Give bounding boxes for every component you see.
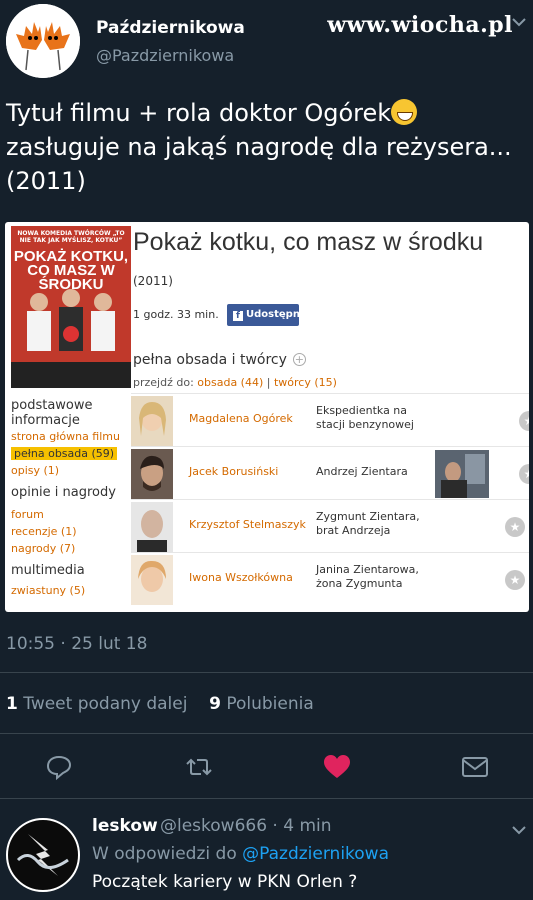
nav-basic-header: podstawowe informacje — [11, 398, 93, 428]
heart-icon[interactable] — [322, 752, 352, 782]
share-icon[interactable] — [460, 752, 490, 782]
reply-tweet[interactable]: leskow @leskow666 · 4 min W odpowiedzi d… — [0, 808, 533, 900]
role-name: Janina Zientarowa, żona Zygmunta — [316, 563, 419, 590]
star-icon[interactable]: ★ — [505, 570, 525, 590]
jump-prefix: przejdź do: — [133, 376, 194, 389]
poster-figures — [27, 289, 115, 351]
tweet-action-bar — [0, 752, 533, 782]
star-icon[interactable]: ★ — [519, 411, 529, 431]
facebook-icon: f — [233, 311, 243, 321]
nav-reviews[interactable]: recenzje (1) — [11, 523, 127, 540]
nav-trailers[interactable]: zwiastuny (5) — [11, 582, 127, 599]
divider — [0, 672, 533, 673]
lightning-avatar-icon[interactable] — [6, 818, 80, 892]
cast-header-text: pełna obsada i twórcy — [133, 352, 287, 368]
actor-photo[interactable] — [131, 449, 173, 499]
nav-full-cast[interactable]: pełna obsada (59) — [11, 447, 118, 460]
actor-photo[interactable] — [131, 502, 173, 552]
laughing-emoji-icon — [391, 99, 418, 125]
watermark-logo: www.wiocha.pl — [327, 12, 513, 38]
star-icon[interactable]: ★ — [519, 464, 529, 484]
nav-descriptions[interactable]: opisy (1) — [11, 462, 127, 479]
actor-photo[interactable] — [131, 396, 173, 446]
cast-list: Magdalena Ogórek Ekspedientka na stacji … — [131, 393, 529, 605]
author-name[interactable]: Październikowa — [96, 18, 245, 38]
nav-multimedia-header: multimedia — [11, 563, 85, 578]
reply-context: W odpowiedzi do @Pazdziernikowa — [92, 844, 389, 864]
retweets-label[interactable]: Tweet podany dalej — [23, 694, 187, 714]
maple-leaf-avatar-icon[interactable] — [6, 4, 80, 78]
likes-label[interactable]: Polubienia — [226, 694, 313, 714]
reply-author-name[interactable]: leskow — [92, 816, 158, 836]
actor-name[interactable]: Iwona Wszołkówna — [189, 571, 293, 584]
movie-side-nav: podstawowe informacje strona główna film… — [11, 398, 127, 599]
jump-crew-link[interactable]: twórcy (15) — [274, 376, 337, 389]
jump-cast-link[interactable]: obsada (44) — [197, 376, 263, 389]
role-name: Zygmunt Zientara, brat Andrzeja — [316, 510, 420, 537]
author-handle[interactable]: @Pazdziernikowa — [96, 46, 234, 65]
jump-separator: | — [266, 376, 271, 389]
retweet-icon[interactable] — [184, 752, 214, 782]
tweet-text: Tytuł filmu + rola doktor Ogórek zasługu… — [6, 96, 526, 198]
attached-image[interactable]: NOWA KOMEDIA TWÓRCÓW „TO NIE TAK JAK MYŚ… — [5, 222, 529, 612]
chevron-down-icon[interactable] — [512, 12, 526, 31]
cast-row: Iwona Wszołkówna Janina Zientarowa, żona… — [131, 552, 529, 605]
movie-year: (2011) — [133, 274, 173, 288]
role-name: Ekspedientka na stacji benzynowej — [316, 404, 414, 431]
likes-count[interactable]: 9 — [209, 694, 221, 714]
actor-name[interactable]: Jacek Borusiński — [189, 465, 278, 478]
cast-row: Magdalena Ogórek Ekspedientka na stacji … — [131, 393, 529, 446]
cast-header: pełna obsada i twórcy + — [133, 352, 306, 368]
chevron-down-icon[interactable] — [512, 820, 526, 839]
cast-row: Krzysztof Stelmaszyk Zygmunt Zientara, b… — [131, 499, 529, 552]
plus-icon[interactable]: + — [292, 353, 306, 366]
tweet-header: Październikowa @Pazdziernikowa — [6, 4, 306, 78]
nav-opinions-header: opinie i nagrody — [11, 485, 116, 500]
cast-row: Jacek Borusiński Andrzej Zientara ★ — [131, 446, 529, 499]
actor-name[interactable]: Krzysztof Stelmaszyk — [189, 518, 306, 531]
movie-duration: 1 godz. 33 min. — [133, 308, 219, 321]
divider — [0, 798, 533, 799]
nav-awards[interactable]: nagrody (7) — [11, 540, 127, 557]
movie-title: Pokaż kotku, co masz w środku — [133, 228, 484, 256]
reply-mention-link[interactable]: @Pazdziernikowa — [242, 844, 389, 864]
actor-name[interactable]: Magdalena Ogórek — [189, 412, 293, 425]
tweet-text-line: zasługuje na jakąś nagrodę dla reżysera.… — [6, 133, 512, 161]
character-photo[interactable] — [435, 450, 489, 498]
role-name: Andrzej Zientara — [316, 465, 408, 478]
facebook-share-button[interactable]: f Udostępnij — [227, 304, 307, 326]
tweet-text-line: Tytuł filmu + rola doktor Ogórek — [6, 99, 392, 127]
tweet-text-line: (2011) — [6, 167, 86, 195]
movie-poster: NOWA KOMEDIA TWÓRCÓW „TO NIE TAK JAK MYŚ… — [11, 226, 131, 388]
tweet-stats: 1 Tweet podany dalej 9 Polubienia — [6, 694, 314, 714]
reply-text: Początek kariery w PKN Orlen ? — [92, 872, 358, 892]
reply-author-meta[interactable]: @leskow666 · 4 min — [160, 816, 332, 836]
nav-forum[interactable]: forum — [11, 506, 127, 523]
tweet-timestamp[interactable]: 10:55 · 25 lut 18 — [6, 634, 147, 654]
reply-icon[interactable] — [44, 752, 74, 782]
reply-prefix: W odpowiedzi do — [92, 844, 237, 864]
nav-main-page[interactable]: strona główna filmu — [11, 428, 127, 445]
retweets-count[interactable]: 1 — [6, 694, 18, 714]
actor-photo[interactable] — [131, 555, 173, 605]
share-label: Udostępnij — [246, 309, 307, 320]
jump-links: przejdź do: obsada (44) | twórcy (15) — [133, 376, 337, 389]
divider — [0, 733, 533, 734]
poster-tagline: NOWA KOMEDIA TWÓRCÓW „TO NIE TAK JAK MYŚ… — [17, 230, 125, 244]
star-icon[interactable]: ★ — [505, 517, 525, 537]
